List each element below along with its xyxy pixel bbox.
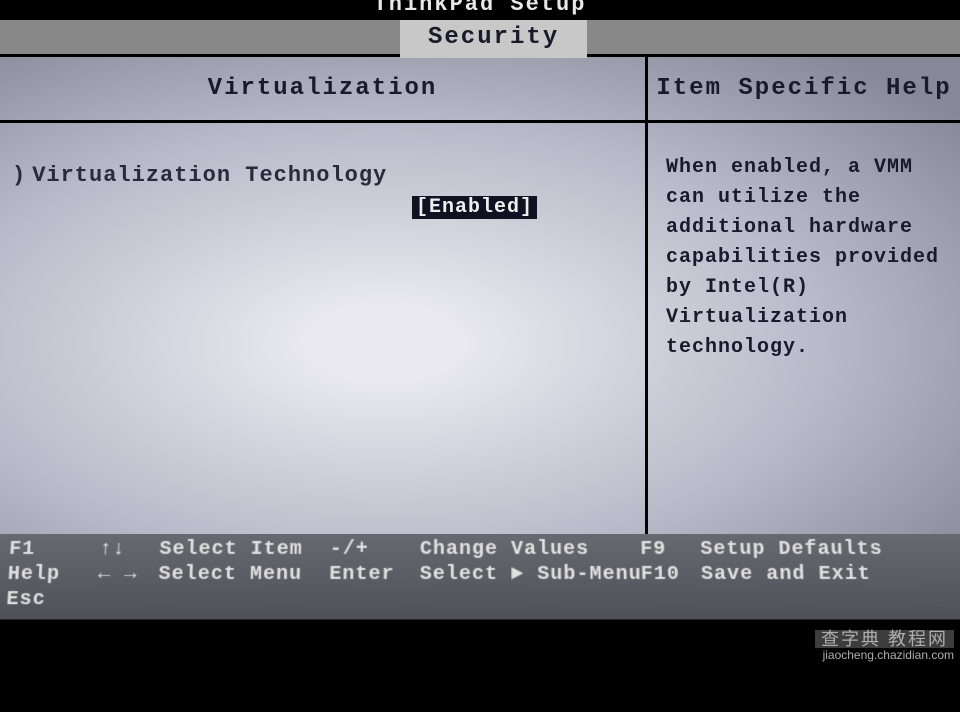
action-save-exit: Save and Exit bbox=[701, 563, 953, 586]
footer-key-legend: F1 Help ↑↓ Select Item -/+ Change Values… bbox=[0, 534, 960, 619]
settings-panel-header: Virtualization bbox=[0, 57, 645, 123]
key-f9: F9 bbox=[640, 538, 701, 561]
menu-bar[interactable]: Security bbox=[0, 20, 960, 54]
help-text: When enabled, a VMM can utilize the addi… bbox=[648, 123, 960, 373]
action-select-item: Select Item bbox=[159, 538, 330, 561]
action-select-menu: Select Menu bbox=[158, 563, 329, 586]
help-panel: Item Specific Help When enabled, a VMM c… bbox=[648, 57, 960, 534]
watermark-line1: 查字典 教程网 bbox=[815, 630, 954, 648]
key-f1: F1 bbox=[9, 538, 100, 561]
key-updown: ↑↓ bbox=[99, 538, 160, 561]
action-change-values: Change Values bbox=[420, 538, 641, 561]
action-exit bbox=[6, 588, 98, 611]
action-help: Help bbox=[7, 563, 99, 586]
bios-screen: ThinkPad Setup Security Virtualization )… bbox=[0, 0, 960, 640]
key-enter: Enter bbox=[329, 563, 420, 586]
key-f10: F10 bbox=[641, 563, 702, 586]
setting-value[interactable]: [Enabled] bbox=[412, 196, 537, 219]
setting-row[interactable]: ) Virtualization Technology bbox=[12, 163, 633, 188]
settings-panel: Virtualization ) Virtualization Technolo… bbox=[0, 57, 648, 534]
setting-bullet: ) bbox=[12, 163, 26, 188]
tab-security[interactable]: Security bbox=[400, 20, 587, 58]
watermark: 查字典 教程网 jiaocheng.chazidian.com bbox=[815, 630, 954, 662]
main-area: Virtualization ) Virtualization Technolo… bbox=[0, 54, 960, 534]
setting-label: Virtualization Technology bbox=[32, 163, 387, 188]
settings-content: ) Virtualization Technology [Enabled] bbox=[0, 123, 645, 231]
watermark-line2: jiaocheng.chazidian.com bbox=[815, 648, 954, 662]
key-leftright: ← → bbox=[98, 563, 159, 586]
key-plusminus: -/+ bbox=[330, 538, 420, 561]
action-submenu: Select ► Sub-Menu bbox=[420, 563, 641, 586]
setup-title: ThinkPad Setup bbox=[0, 0, 960, 18]
help-panel-header: Item Specific Help bbox=[648, 57, 960, 123]
action-setup-defaults: Setup Defaults bbox=[700, 538, 951, 561]
